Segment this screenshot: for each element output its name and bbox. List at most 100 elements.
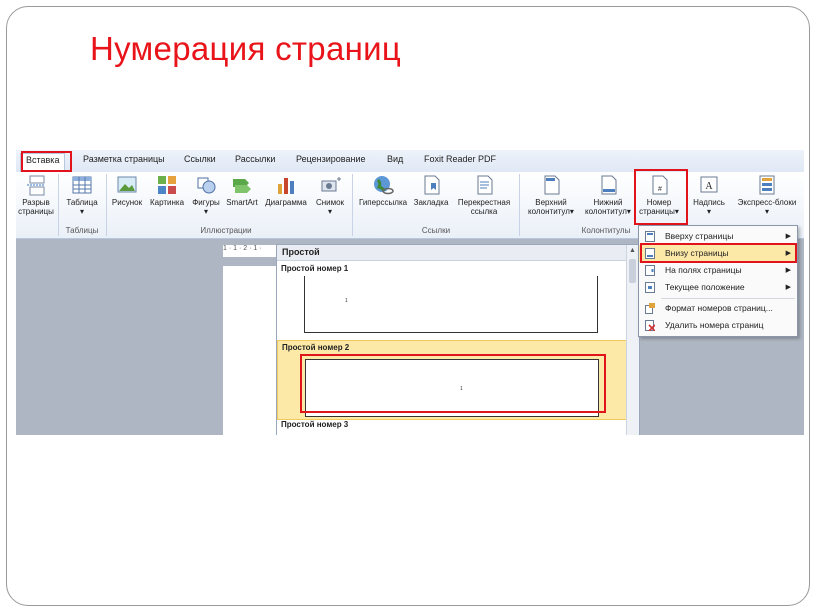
crossref-label-1: Перекрестная bbox=[457, 198, 511, 207]
picture-button[interactable]: Рисунок bbox=[109, 174, 145, 207]
dropdown-arrow-icon: ▾ bbox=[706, 207, 711, 216]
header-label-2: колонтитул bbox=[528, 207, 570, 216]
header-label-1: Верхний bbox=[535, 198, 567, 207]
gallery-item-label-1: Простой номер 1 bbox=[281, 264, 349, 273]
tab-view[interactable]: Вид bbox=[387, 154, 403, 164]
textbox-button[interactable]: A Надпись ▾ bbox=[689, 174, 729, 216]
page-top-icon bbox=[645, 231, 655, 242]
group-label-headers-footers: Колонтитулы bbox=[581, 226, 631, 235]
group-label-tables: Таблицы bbox=[65, 226, 99, 235]
page-number-menu: Вверху страницы ▶ Внизу страницы ▶ На поля… bbox=[638, 225, 798, 337]
page-margins-icon bbox=[645, 265, 655, 276]
bottom-of-page-highlight bbox=[640, 243, 797, 263]
menu-item-current-position[interactable]: Текущее положение ▶ bbox=[639, 279, 797, 296]
slide-title: Нумерация страниц bbox=[90, 30, 402, 67]
quickparts-label: Экспресс-блоки bbox=[737, 198, 797, 207]
tab-review[interactable]: Рецензирование bbox=[296, 154, 366, 164]
menu-label-current: Текущее положение bbox=[665, 282, 745, 292]
menu-separator bbox=[661, 298, 795, 299]
bookmark-button[interactable]: Закладка bbox=[412, 174, 450, 207]
table-label: Таблица bbox=[66, 198, 98, 207]
menu-label-format: Формат номеров страниц... bbox=[665, 303, 773, 313]
gallery-item-label-2: Простой номер 2 bbox=[282, 343, 350, 352]
word-screenshot: Вставка Разметка страницы Ссылки Рассылк… bbox=[16, 150, 804, 435]
shapes-button[interactable]: Фигуры ▾ bbox=[189, 174, 223, 216]
clipart-button[interactable]: Картинка bbox=[147, 174, 187, 207]
footer-label-2: колонтитул bbox=[585, 207, 627, 216]
dropdown-arrow-icon: ▾ bbox=[203, 207, 208, 216]
crossref-label-2: ссылка bbox=[470, 207, 498, 216]
crossref-button[interactable]: Перекрестная ссылка bbox=[452, 174, 516, 216]
group-separator bbox=[58, 174, 59, 236]
group-separator bbox=[519, 174, 520, 236]
quickparts-icon bbox=[759, 175, 775, 195]
dropdown-arrow-icon: ▾ bbox=[79, 207, 84, 216]
menu-item-page-margins[interactable]: На полях страницы ▶ bbox=[639, 262, 797, 279]
quickparts-button[interactable]: Экспресс-блоки ▾ bbox=[732, 174, 802, 216]
footer-button[interactable]: Нижний колонтитул▾ bbox=[581, 174, 635, 216]
menu-label-margins: На полях страницы bbox=[665, 265, 742, 275]
screenshot-button[interactable]: Снимок ▾ bbox=[312, 174, 348, 216]
format-numbers-icon bbox=[645, 303, 655, 314]
dropdown-arrow-icon: ▾ bbox=[626, 207, 631, 216]
page-break-label-2: страницы bbox=[18, 207, 54, 216]
picture-label: Рисунок bbox=[111, 198, 143, 207]
tab-foxit-reader-pdf[interactable]: Foxit Reader PDF bbox=[424, 154, 496, 164]
submenu-arrow-icon: ▶ bbox=[785, 284, 791, 291]
hyperlink-button[interactable]: Гиперссылка bbox=[355, 174, 411, 207]
screenshot-icon bbox=[321, 177, 341, 192]
page-break-button[interactable]: Разрыв страницы bbox=[18, 174, 54, 216]
header-icon bbox=[544, 175, 560, 195]
tab-references[interactable]: Ссылки bbox=[184, 154, 216, 164]
page-number-highlight bbox=[634, 169, 688, 225]
chart-icon bbox=[278, 178, 294, 194]
page-number-preview: 1 bbox=[345, 298, 348, 304]
smartart-label: SmartArt bbox=[226, 198, 258, 207]
dropdown-arrow-icon: ▾ bbox=[764, 207, 769, 216]
scroll-up-icon[interactable]: ▲ bbox=[629, 247, 636, 254]
bookmark-icon bbox=[424, 175, 440, 195]
tab-page-layout[interactable]: Разметка страницы bbox=[83, 154, 165, 164]
submenu-arrow-icon: ▶ bbox=[785, 267, 791, 274]
group-label-links: Ссылки bbox=[421, 226, 451, 235]
scrollbar-thumb[interactable] bbox=[629, 259, 636, 283]
clipart-label: Картинка bbox=[149, 198, 185, 207]
dropdown-arrow-icon: ▾ bbox=[327, 207, 332, 216]
header-button[interactable]: Верхний колонтитул▾ bbox=[522, 174, 580, 216]
page-break-icon bbox=[27, 175, 45, 196]
hyperlink-label: Гиперссылка bbox=[358, 198, 408, 207]
svg-text:A: A bbox=[705, 181, 713, 192]
current-position-icon bbox=[645, 282, 655, 293]
table-icon bbox=[72, 176, 92, 194]
textbox-icon: A bbox=[700, 176, 718, 193]
picture-icon bbox=[117, 176, 137, 193]
chart-label: Диаграмма bbox=[265, 198, 307, 207]
smartart-icon bbox=[233, 179, 251, 193]
tab-mailings[interactable]: Рассылки bbox=[235, 154, 275, 164]
menu-item-format-page-numbers[interactable]: Формат номеров страниц... bbox=[639, 300, 797, 317]
bookmark-label: Закладка bbox=[413, 198, 449, 207]
menu-item-remove-page-numbers[interactable]: Удалить номера страниц bbox=[639, 317, 797, 334]
remove-numbers-icon bbox=[645, 320, 655, 331]
footer-icon bbox=[601, 175, 617, 195]
gallery-item-simple-1[interactable]: 1 bbox=[304, 276, 598, 333]
shapes-label: Фигуры bbox=[192, 198, 220, 207]
screenshot-label: Снимок bbox=[315, 198, 345, 207]
group-separator bbox=[106, 174, 107, 236]
group-label-illustrations: Иллюстрации bbox=[200, 226, 252, 235]
page-break-label-1: Разрыв bbox=[22, 198, 50, 207]
simple-number-2-highlight bbox=[300, 354, 606, 413]
group-separator bbox=[352, 174, 353, 236]
menu-label-remove: Удалить номера страниц bbox=[665, 320, 764, 330]
smartart-button[interactable]: SmartArt bbox=[224, 174, 260, 207]
crossref-icon bbox=[477, 175, 493, 195]
chart-button[interactable]: Диаграмма bbox=[262, 174, 310, 207]
footer-label-1: Нижний bbox=[593, 198, 623, 207]
table-button[interactable]: Таблица ▾ bbox=[63, 174, 101, 216]
gallery-header: Простой bbox=[277, 245, 630, 261]
insert-tab-highlight bbox=[21, 151, 72, 172]
dropdown-arrow-icon: ▾ bbox=[569, 207, 574, 216]
textbox-label: Надпись bbox=[693, 198, 725, 207]
hyperlink-globe-icon bbox=[374, 176, 394, 195]
gallery-item-label-3: Простой номер 3 bbox=[281, 420, 349, 429]
